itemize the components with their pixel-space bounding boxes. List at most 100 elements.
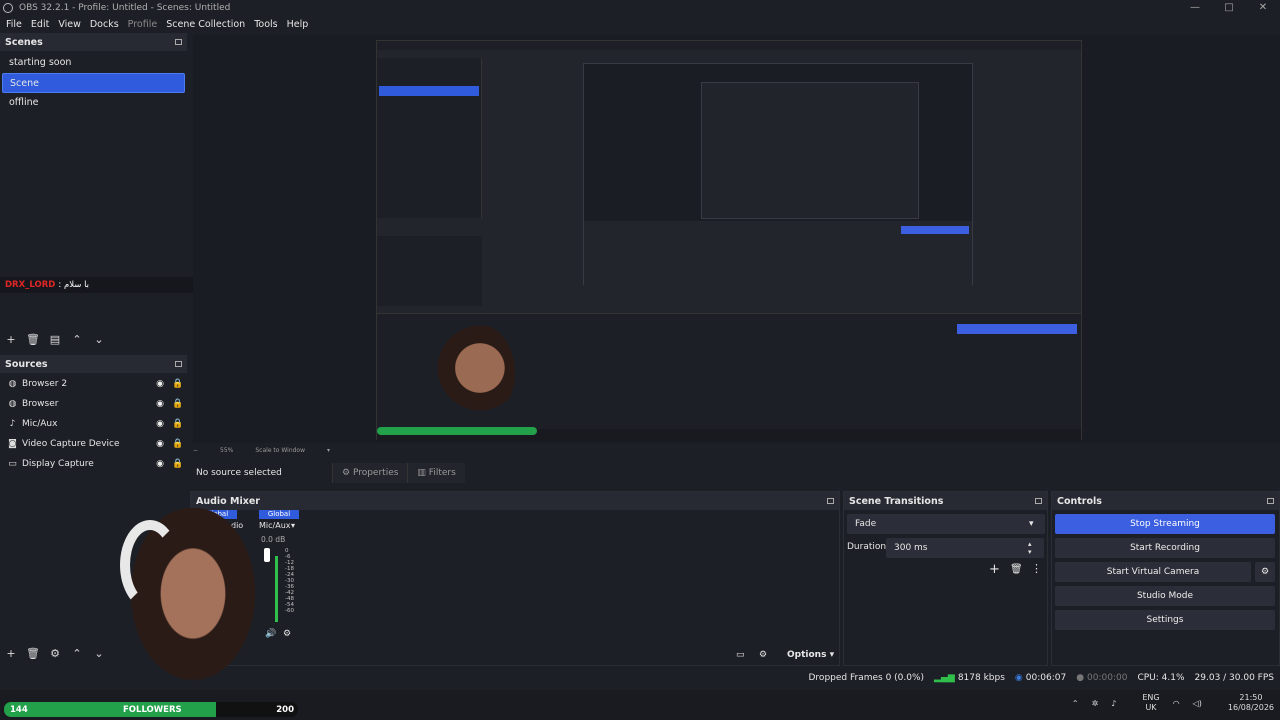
close-button[interactable]: ✕: [1246, 0, 1280, 16]
scene-item-selected[interactable]: Scene: [2, 73, 185, 93]
menu-scene-collection[interactable]: Scene Collection: [166, 19, 245, 30]
move-down-icon[interactable]: ⌄: [88, 647, 110, 660]
scene-item[interactable]: starting soon: [2, 53, 185, 73]
add-scene-icon[interactable]: +: [0, 333, 22, 346]
duration-input[interactable]: 300 ms ▴ ▾: [886, 538, 1044, 558]
move-up-icon[interactable]: ⌃: [66, 647, 88, 660]
eye-icon[interactable]: ◉: [151, 419, 169, 429]
chevron-up-icon[interactable]: ⌃: [1072, 699, 1079, 708]
source-item[interactable]: ◍ Browser 2 ◉ 🔒: [0, 374, 187, 394]
menu-view[interactable]: View: [58, 19, 81, 30]
filters-button[interactable]: ▥ Filters: [407, 463, 465, 483]
followers-current: 144: [10, 704, 28, 715]
stream-icon: ◉: [1014, 673, 1023, 683]
clock-time: 21:50: [1239, 693, 1263, 702]
scene-item[interactable]: offline: [2, 93, 185, 113]
chevron-down-icon[interactable]: ▾: [291, 521, 295, 530]
transition-select[interactable]: Fade ▾: [847, 514, 1045, 534]
undock-icon[interactable]: [1267, 498, 1274, 504]
stream-time-status: ◉ 00:06:07: [1015, 673, 1066, 683]
lock-icon[interactable]: 🔒: [169, 399, 187, 409]
channel-name[interactable]: Mic/Aux: [259, 521, 291, 530]
volume-tray-icon[interactable]: ◁): [1193, 699, 1202, 708]
undock-icon[interactable]: [1035, 498, 1042, 504]
advanced-audio-icon[interactable]: ⚙: [759, 650, 767, 660]
volume-slider-handle[interactable]: [264, 548, 270, 562]
menu-tools[interactable]: Tools: [254, 19, 277, 30]
lock-icon[interactable]: 🔒: [169, 439, 187, 449]
settings-tray-icon[interactable]: ✲: [1092, 699, 1099, 708]
wifi-icon[interactable]: ◠: [1173, 699, 1180, 708]
minimize-button[interactable]: —: [1178, 0, 1212, 16]
menu-help[interactable]: Help: [287, 19, 309, 30]
studio-mode-button[interactable]: Studio Mode: [1055, 586, 1275, 606]
mixer-layout-icon[interactable]: ▭: [736, 650, 745, 660]
eye-icon[interactable]: ◉: [151, 379, 169, 389]
menu-profile[interactable]: Profile: [128, 19, 158, 30]
record-time: 00:00:00: [1087, 673, 1128, 683]
source-item[interactable]: ♪ Mic/Aux ◉ 🔒: [0, 414, 187, 434]
source-item[interactable]: ◙ Video Capture Device ◉ 🔒: [0, 434, 187, 454]
sources-title: Sources: [5, 358, 48, 370]
more-options-icon[interactable]: ⋮: [1031, 562, 1042, 575]
undock-icon[interactable]: [175, 361, 182, 367]
lock-icon[interactable]: 🔒: [169, 419, 187, 429]
source-item[interactable]: ◍ Browser ◉ 🔒: [0, 394, 187, 414]
eye-icon[interactable]: ◉: [151, 439, 169, 449]
nested-capture-2: [583, 63, 973, 285]
controls-title: Controls: [1057, 495, 1102, 507]
maximize-button[interactable]: □: [1212, 0, 1246, 16]
scale-mode-select[interactable]: Scale to Window: [255, 447, 305, 454]
preview-canvas[interactable]: [193, 35, 1280, 443]
zoom-level[interactable]: 55%: [220, 447, 233, 454]
undock-icon[interactable]: [175, 39, 182, 45]
move-down-icon[interactable]: ⌄: [88, 333, 110, 346]
scene-transitions-title: Scene Transitions: [849, 495, 944, 507]
language-indicator[interactable]: ENG UK: [1129, 693, 1159, 713]
bitrate-value: 8178 kbps: [957, 673, 1005, 683]
stop-streaming-button[interactable]: Stop Streaming: [1055, 514, 1275, 534]
scene-list: starting soon Scene offline: [0, 53, 187, 113]
chevron-down-icon[interactable]: ▾: [327, 447, 330, 454]
source-properties-icon[interactable]: ⚙: [44, 647, 66, 660]
remove-source-icon[interactable]: 🗑: [22, 647, 44, 660]
remove-scene-icon[interactable]: 🗑: [22, 333, 44, 346]
source-name: Browser: [22, 399, 59, 409]
stepper-arrows-icon[interactable]: ▴ ▾: [1028, 540, 1044, 556]
source-name: Browser 2: [22, 379, 68, 389]
properties-button[interactable]: ⚙ Properties: [332, 463, 408, 483]
move-up-icon[interactable]: ⌃: [66, 333, 88, 346]
zoom-out-icon[interactable]: −: [193, 447, 198, 454]
settings-button[interactable]: Settings: [1055, 610, 1275, 630]
start-virtual-camera-button[interactable]: Start Virtual Camera: [1055, 562, 1251, 582]
source-item[interactable]: ▭ Display Capture ◉ 🔒: [0, 454, 187, 474]
scene-filters-icon[interactable]: ▤: [44, 333, 66, 346]
lock-icon[interactable]: 🔒: [169, 459, 187, 469]
system-tray: ⌃ ✲ ♪ ENG UK ◠ ◁) 21:50 16/08/2026: [1059, 693, 1274, 713]
nested-docks: [584, 221, 972, 285]
menu-docks[interactable]: Docks: [90, 19, 119, 30]
eye-icon[interactable]: ◉: [151, 459, 169, 469]
obs-logo-icon: [3, 3, 13, 13]
scenes-title: Scenes: [5, 36, 43, 48]
virtual-camera-settings-icon[interactable]: ⚙: [1255, 562, 1275, 582]
options-button[interactable]: Options ▾: [787, 650, 834, 660]
eye-icon[interactable]: ◉: [151, 399, 169, 409]
volume-readout: 0.0 dB: [261, 535, 286, 544]
add-source-icon[interactable]: +: [0, 647, 22, 660]
nested-selected-scene: [379, 86, 479, 96]
lock-icon[interactable]: 🔒: [169, 379, 187, 389]
camera-icon: ◙: [8, 439, 17, 449]
remove-transition-icon[interactable]: 🗑: [1010, 564, 1023, 575]
undock-icon[interactable]: [827, 498, 834, 504]
mixer-settings-icon[interactable]: ⚙: [283, 629, 291, 639]
menu-file[interactable]: File: [6, 19, 22, 30]
menu-edit[interactable]: Edit: [31, 19, 49, 30]
add-transition-icon[interactable]: +: [989, 562, 1000, 577]
microphone-tray-icon[interactable]: ♪: [1111, 699, 1116, 708]
clock[interactable]: 21:50 16/08/2026: [1215, 693, 1274, 713]
cpu-usage: CPU: 4.1%: [1137, 673, 1185, 683]
speaker-icon[interactable]: 🔊: [265, 629, 276, 639]
clock-date: 16/08/2026: [1227, 703, 1274, 712]
start-recording-button[interactable]: Start Recording: [1055, 538, 1275, 558]
